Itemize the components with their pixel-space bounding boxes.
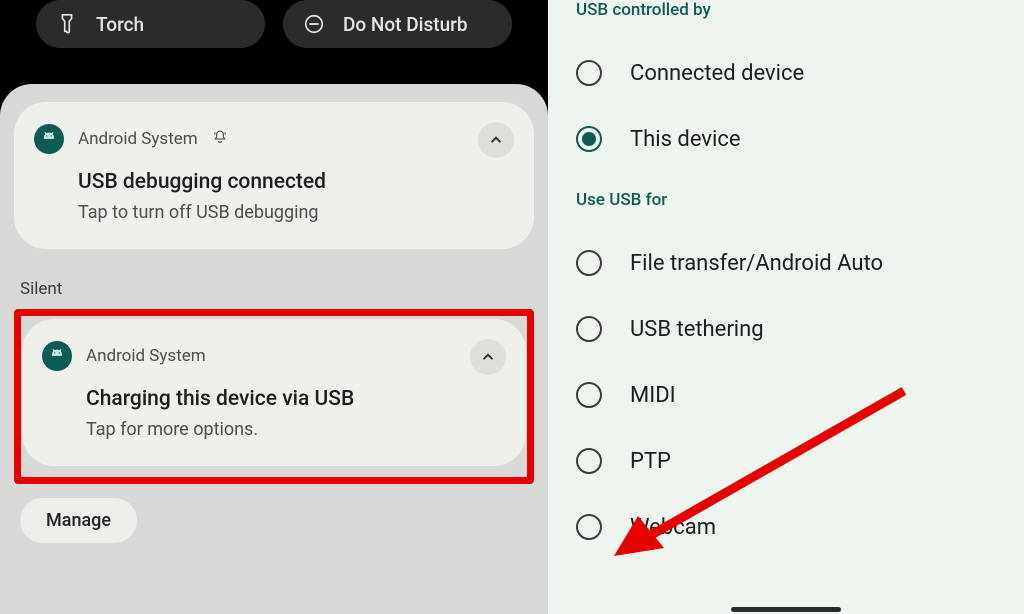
dnd-icon: [303, 13, 325, 35]
usb-controlled-by-title: USB controlled by: [576, 0, 1000, 20]
option-usb-tethering[interactable]: USB tethering: [576, 296, 1000, 362]
option-midi[interactable]: MIDI: [576, 362, 1000, 428]
app-name: Android System: [78, 129, 198, 149]
torch-icon: [56, 13, 78, 35]
alerting-icon: [212, 129, 228, 149]
gesture-handle[interactable]: [731, 607, 841, 612]
option-file-transfer[interactable]: File transfer/Android Auto: [576, 230, 1000, 296]
option-label: Webcam: [630, 515, 716, 540]
torch-label: Torch: [96, 13, 144, 36]
dnd-label: Do Not Disturb: [343, 13, 468, 36]
radio-icon: [576, 448, 602, 474]
radio-icon: [576, 382, 602, 408]
option-label: MIDI: [630, 383, 676, 408]
notification-body: Tap for more options.: [86, 419, 506, 440]
notification-shade: Torch Do Not Disturb Android System: [0, 0, 548, 614]
usb-preferences-panel: USB controlled by Connected device This …: [548, 0, 1024, 614]
usb-charging-notification[interactable]: Android System Charging this device via …: [22, 319, 526, 466]
option-label: USB tethering: [630, 317, 764, 342]
manage-button[interactable]: Manage: [20, 498, 137, 543]
notification-header: Android System: [42, 341, 506, 371]
collapse-button[interactable]: [470, 339, 506, 375]
notification-title: USB debugging connected: [78, 170, 514, 194]
collapse-button[interactable]: [478, 122, 514, 158]
notification-body: Tap to turn off USB debugging: [78, 202, 514, 223]
option-webcam[interactable]: Webcam: [576, 494, 1000, 560]
app-name: Android System: [86, 346, 206, 366]
option-this-device[interactable]: This device: [576, 106, 1000, 172]
silent-notification-wrapper: Android System Charging this device via …: [14, 311, 534, 474]
notifications-area: Android System USB debugging connected T…: [0, 84, 548, 614]
radio-icon: [576, 250, 602, 276]
radio-icon: [576, 60, 602, 86]
radio-icon: [576, 316, 602, 342]
option-connected-device[interactable]: Connected device: [576, 40, 1000, 106]
radio-icon: [576, 126, 602, 152]
notification-title: Charging this device via USB: [86, 387, 506, 411]
manage-label: Manage: [46, 510, 111, 531]
option-label: This device: [630, 127, 741, 152]
option-ptp[interactable]: PTP: [576, 428, 1000, 494]
torch-tile[interactable]: Torch: [36, 0, 265, 48]
option-label: PTP: [630, 449, 671, 474]
usb-debug-notification[interactable]: Android System USB debugging connected T…: [14, 102, 534, 249]
radio-icon: [576, 514, 602, 540]
android-icon: [34, 124, 64, 154]
use-usb-for-title: Use USB for: [576, 190, 1000, 210]
dnd-tile[interactable]: Do Not Disturb: [283, 0, 512, 48]
android-icon: [42, 341, 72, 371]
notification-header: Android System: [34, 124, 514, 154]
silent-section-label: Silent: [20, 279, 534, 299]
quick-settings-row: Torch Do Not Disturb: [0, 0, 548, 58]
option-label: Connected device: [630, 61, 804, 86]
option-label: File transfer/Android Auto: [630, 251, 883, 276]
